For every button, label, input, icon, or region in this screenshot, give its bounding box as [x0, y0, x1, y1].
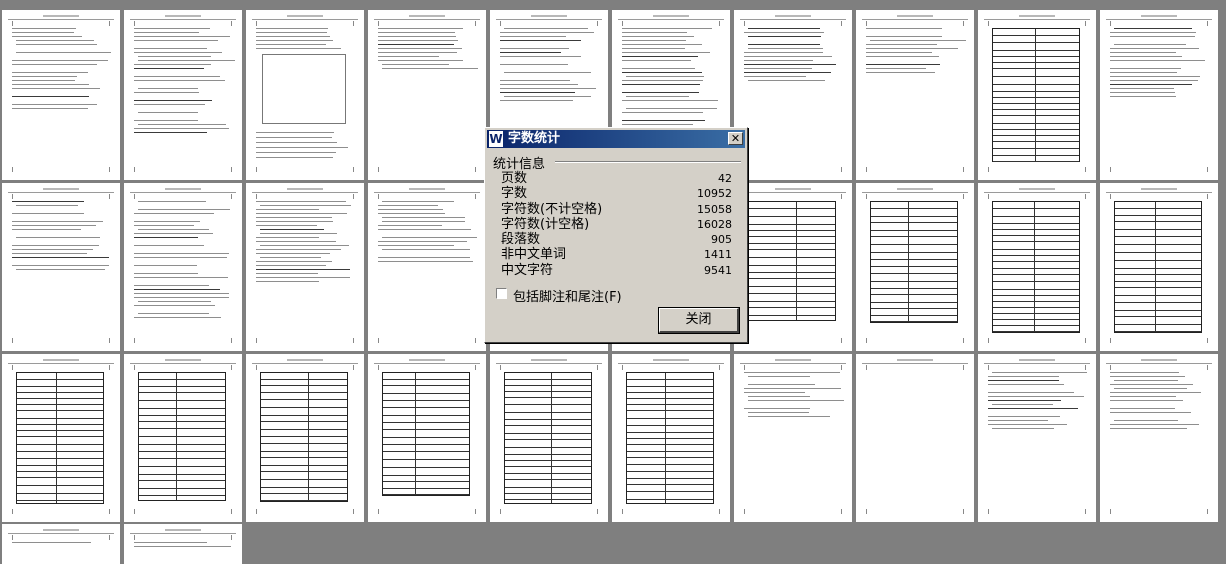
page-thumbnail[interactable]	[856, 354, 974, 522]
stat-value: 16028	[697, 217, 732, 231]
stat-label: 非中文单词	[501, 247, 567, 263]
page-thumbnail[interactable]	[2, 10, 120, 180]
stat-label: 字数	[501, 186, 528, 202]
stat-value: 905	[711, 233, 732, 247]
page-thumbnail[interactable]	[1100, 10, 1218, 180]
statistics-list: 页数 42 字数 10952 字符数(不计空格) 15058 字符数(计空格) …	[501, 171, 732, 278]
stat-row-chars-no-spaces: 字符数(不计空格) 15058	[501, 202, 732, 217]
page-thumbnail[interactable]	[124, 524, 242, 564]
stat-label: 中文字符	[501, 262, 554, 278]
page-thumbnail[interactable]	[490, 354, 608, 522]
dialog-title-bar[interactable]: W 字数统计 ✕	[487, 130, 745, 148]
page-thumbnail[interactable]	[734, 10, 852, 180]
include-footnotes-label[interactable]: 包括脚注和尾注(F)	[513, 286, 622, 305]
stat-row-paragraphs: 段落数 905	[501, 232, 732, 247]
page-thumbnail[interactable]	[856, 183, 974, 351]
statistics-group-label: 统计信息	[493, 153, 549, 172]
page-thumbnail[interactable]	[2, 524, 120, 564]
stat-row-chars-with-spaces: 字符数(计空格) 16028	[501, 217, 732, 232]
page-thumbnail[interactable]	[734, 183, 852, 351]
page-thumbnail[interactable]	[978, 10, 1096, 180]
stat-label: 段落数	[501, 232, 541, 248]
stat-label: 字符数(不计空格)	[501, 201, 603, 217]
stat-value: 10952	[697, 187, 732, 201]
page-thumbnail[interactable]	[124, 183, 242, 351]
page-thumbnail[interactable]	[978, 183, 1096, 351]
page-thumbnail[interactable]	[2, 183, 120, 351]
stat-row-chinese-chars: 中文字符 9541	[501, 263, 732, 278]
close-button[interactable]: 关闭	[658, 307, 740, 334]
page-thumbnail[interactable]	[246, 183, 364, 351]
page-thumbnail[interactable]	[978, 354, 1096, 522]
stat-value: 1411	[704, 248, 732, 262]
dialog-title: 字数统计	[508, 131, 561, 146]
group-divider	[555, 161, 741, 163]
include-footnotes-checkbox[interactable]	[496, 288, 507, 299]
page-thumbnail[interactable]	[246, 354, 364, 522]
stat-row-non-chinese-words: 非中文单词 1411	[501, 247, 732, 262]
stat-value: 42	[718, 172, 732, 185]
page-thumbnail[interactable]	[612, 354, 730, 522]
page-thumbnail[interactable]	[368, 354, 486, 522]
page-thumbnail[interactable]	[734, 354, 852, 522]
stat-label: 字符数(计空格)	[501, 216, 590, 232]
page-thumbnail[interactable]	[1100, 183, 1218, 351]
page-thumbnail[interactable]	[124, 10, 242, 180]
stat-value: 15058	[697, 202, 732, 216]
title-close-button[interactable]: ✕	[728, 132, 743, 145]
page-thumbnail[interactable]	[124, 354, 242, 522]
page-thumbnail[interactable]	[856, 10, 974, 180]
page-thumbnail[interactable]	[368, 183, 486, 351]
close-icon: ✕	[730, 132, 741, 145]
word-app-icon: W	[489, 131, 503, 147]
page-thumbnail[interactable]	[246, 10, 364, 180]
word-count-dialog: W 字数统计 ✕ 统计信息 页数 42 字数 10952 字符数(不计空格) 1…	[484, 127, 748, 343]
page-thumbnail[interactable]	[368, 10, 486, 180]
stat-value: 9541	[704, 263, 732, 277]
stat-row-words: 字数 10952	[501, 186, 732, 201]
page-thumbnail[interactable]	[1100, 354, 1218, 522]
stat-label: 页数	[501, 171, 528, 186]
stat-row-pages: 页数 42	[501, 171, 732, 186]
page-thumbnail[interactable]	[2, 354, 120, 522]
